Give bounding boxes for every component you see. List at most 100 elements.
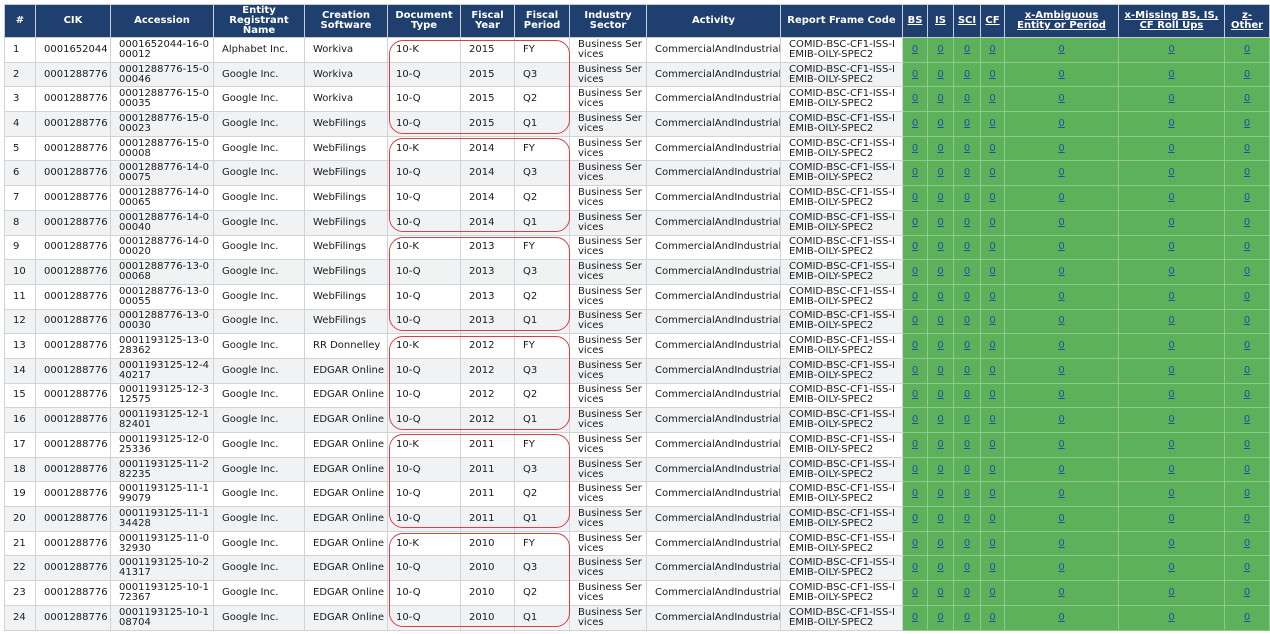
bs-count-link[interactable]: 0 [912, 118, 918, 129]
sci-count-link[interactable]: 0 [964, 464, 970, 475]
bs-count-link[interactable]: 0 [912, 93, 918, 104]
cf-count-link[interactable]: 0 [989, 587, 995, 598]
other-count-link[interactable]: 0 [1244, 513, 1250, 524]
sci-count-link[interactable]: 0 [964, 414, 970, 425]
sci-count-link[interactable]: 0 [964, 315, 970, 326]
ambiguous-count-link[interactable]: 0 [1058, 389, 1064, 400]
is-count-link[interactable]: 0 [937, 315, 943, 326]
is-count-link[interactable]: 0 [937, 192, 943, 203]
other-count-link[interactable]: 0 [1244, 192, 1250, 203]
other-count-link[interactable]: 0 [1244, 217, 1250, 228]
sci-count-link[interactable]: 0 [964, 439, 970, 450]
missing-rollups-count-link[interactable]: 0 [1168, 69, 1174, 80]
cf-count-link[interactable]: 0 [989, 118, 995, 129]
cf-count-link[interactable]: 0 [989, 69, 995, 80]
cf-count-link[interactable]: 0 [989, 538, 995, 549]
is-count-link[interactable]: 0 [937, 439, 943, 450]
other-count-link[interactable]: 0 [1244, 291, 1250, 302]
sci-count-link[interactable]: 0 [964, 365, 970, 376]
missing-rollups-count-link[interactable]: 0 [1168, 291, 1174, 302]
cf-count-link[interactable]: 0 [989, 315, 995, 326]
bs-count-link[interactable]: 0 [912, 192, 918, 203]
is-count-link[interactable]: 0 [937, 612, 943, 623]
is-count-link[interactable]: 0 [937, 44, 943, 55]
sci-count-link[interactable]: 0 [964, 538, 970, 549]
missing-rollups-count-link[interactable]: 0 [1168, 118, 1174, 129]
ambiguous-count-link[interactable]: 0 [1058, 266, 1064, 277]
ambiguous-count-link[interactable]: 0 [1058, 488, 1064, 499]
cf-count-link[interactable]: 0 [989, 93, 995, 104]
ambiguous-count-link[interactable]: 0 [1058, 143, 1064, 154]
ambiguous-count-link[interactable]: 0 [1058, 44, 1064, 55]
bs-count-link[interactable]: 0 [912, 587, 918, 598]
other-count-link[interactable]: 0 [1244, 365, 1250, 376]
sci-count-link[interactable]: 0 [964, 266, 970, 277]
col-header-sci-link[interactable]: SCI [958, 15, 976, 26]
sci-count-link[interactable]: 0 [964, 143, 970, 154]
sci-count-link[interactable]: 0 [964, 488, 970, 499]
ambiguous-count-link[interactable]: 0 [1058, 93, 1064, 104]
missing-rollups-count-link[interactable]: 0 [1168, 612, 1174, 623]
cf-count-link[interactable]: 0 [989, 439, 995, 450]
col-header-other-link[interactable]: z-Other [1231, 10, 1263, 31]
bs-count-link[interactable]: 0 [912, 315, 918, 326]
other-count-link[interactable]: 0 [1244, 340, 1250, 351]
missing-rollups-count-link[interactable]: 0 [1168, 315, 1174, 326]
is-count-link[interactable]: 0 [937, 414, 943, 425]
other-count-link[interactable]: 0 [1244, 266, 1250, 277]
sci-count-link[interactable]: 0 [964, 340, 970, 351]
bs-count-link[interactable]: 0 [912, 143, 918, 154]
missing-rollups-count-link[interactable]: 0 [1168, 192, 1174, 203]
col-header-ambiguous-link[interactable]: x-Ambiguous Entity or Period [1017, 10, 1106, 31]
is-count-link[interactable]: 0 [937, 291, 943, 302]
ambiguous-count-link[interactable]: 0 [1058, 315, 1064, 326]
bs-count-link[interactable]: 0 [912, 439, 918, 450]
is-count-link[interactable]: 0 [937, 562, 943, 573]
is-count-link[interactable]: 0 [937, 69, 943, 80]
ambiguous-count-link[interactable]: 0 [1058, 167, 1064, 178]
bs-count-link[interactable]: 0 [912, 414, 918, 425]
other-count-link[interactable]: 0 [1244, 439, 1250, 450]
bs-count-link[interactable]: 0 [912, 241, 918, 252]
bs-count-link[interactable]: 0 [912, 488, 918, 499]
bs-count-link[interactable]: 0 [912, 217, 918, 228]
missing-rollups-count-link[interactable]: 0 [1168, 414, 1174, 425]
missing-rollups-count-link[interactable]: 0 [1168, 464, 1174, 475]
is-count-link[interactable]: 0 [937, 389, 943, 400]
cf-count-link[interactable]: 0 [989, 291, 995, 302]
other-count-link[interactable]: 0 [1244, 167, 1250, 178]
other-count-link[interactable]: 0 [1244, 488, 1250, 499]
cf-count-link[interactable]: 0 [989, 167, 995, 178]
is-count-link[interactable]: 0 [937, 241, 943, 252]
missing-rollups-count-link[interactable]: 0 [1168, 143, 1174, 154]
cf-count-link[interactable]: 0 [989, 464, 995, 475]
other-count-link[interactable]: 0 [1244, 414, 1250, 425]
is-count-link[interactable]: 0 [937, 488, 943, 499]
cf-count-link[interactable]: 0 [989, 241, 995, 252]
cf-count-link[interactable]: 0 [989, 513, 995, 524]
missing-rollups-count-link[interactable]: 0 [1168, 389, 1174, 400]
bs-count-link[interactable]: 0 [912, 513, 918, 524]
missing-rollups-count-link[interactable]: 0 [1168, 340, 1174, 351]
ambiguous-count-link[interactable]: 0 [1058, 513, 1064, 524]
cf-count-link[interactable]: 0 [989, 414, 995, 425]
missing-rollups-count-link[interactable]: 0 [1168, 93, 1174, 104]
cf-count-link[interactable]: 0 [989, 562, 995, 573]
missing-rollups-count-link[interactable]: 0 [1168, 538, 1174, 549]
bs-count-link[interactable]: 0 [912, 69, 918, 80]
missing-rollups-count-link[interactable]: 0 [1168, 439, 1174, 450]
is-count-link[interactable]: 0 [937, 587, 943, 598]
bs-count-link[interactable]: 0 [912, 538, 918, 549]
sci-count-link[interactable]: 0 [964, 217, 970, 228]
ambiguous-count-link[interactable]: 0 [1058, 439, 1064, 450]
sci-count-link[interactable]: 0 [964, 167, 970, 178]
ambiguous-count-link[interactable]: 0 [1058, 562, 1064, 573]
bs-count-link[interactable]: 0 [912, 562, 918, 573]
sci-count-link[interactable]: 0 [964, 612, 970, 623]
bs-count-link[interactable]: 0 [912, 44, 918, 55]
bs-count-link[interactable]: 0 [912, 365, 918, 376]
cf-count-link[interactable]: 0 [989, 192, 995, 203]
sci-count-link[interactable]: 0 [964, 192, 970, 203]
bs-count-link[interactable]: 0 [912, 612, 918, 623]
cf-count-link[interactable]: 0 [989, 488, 995, 499]
